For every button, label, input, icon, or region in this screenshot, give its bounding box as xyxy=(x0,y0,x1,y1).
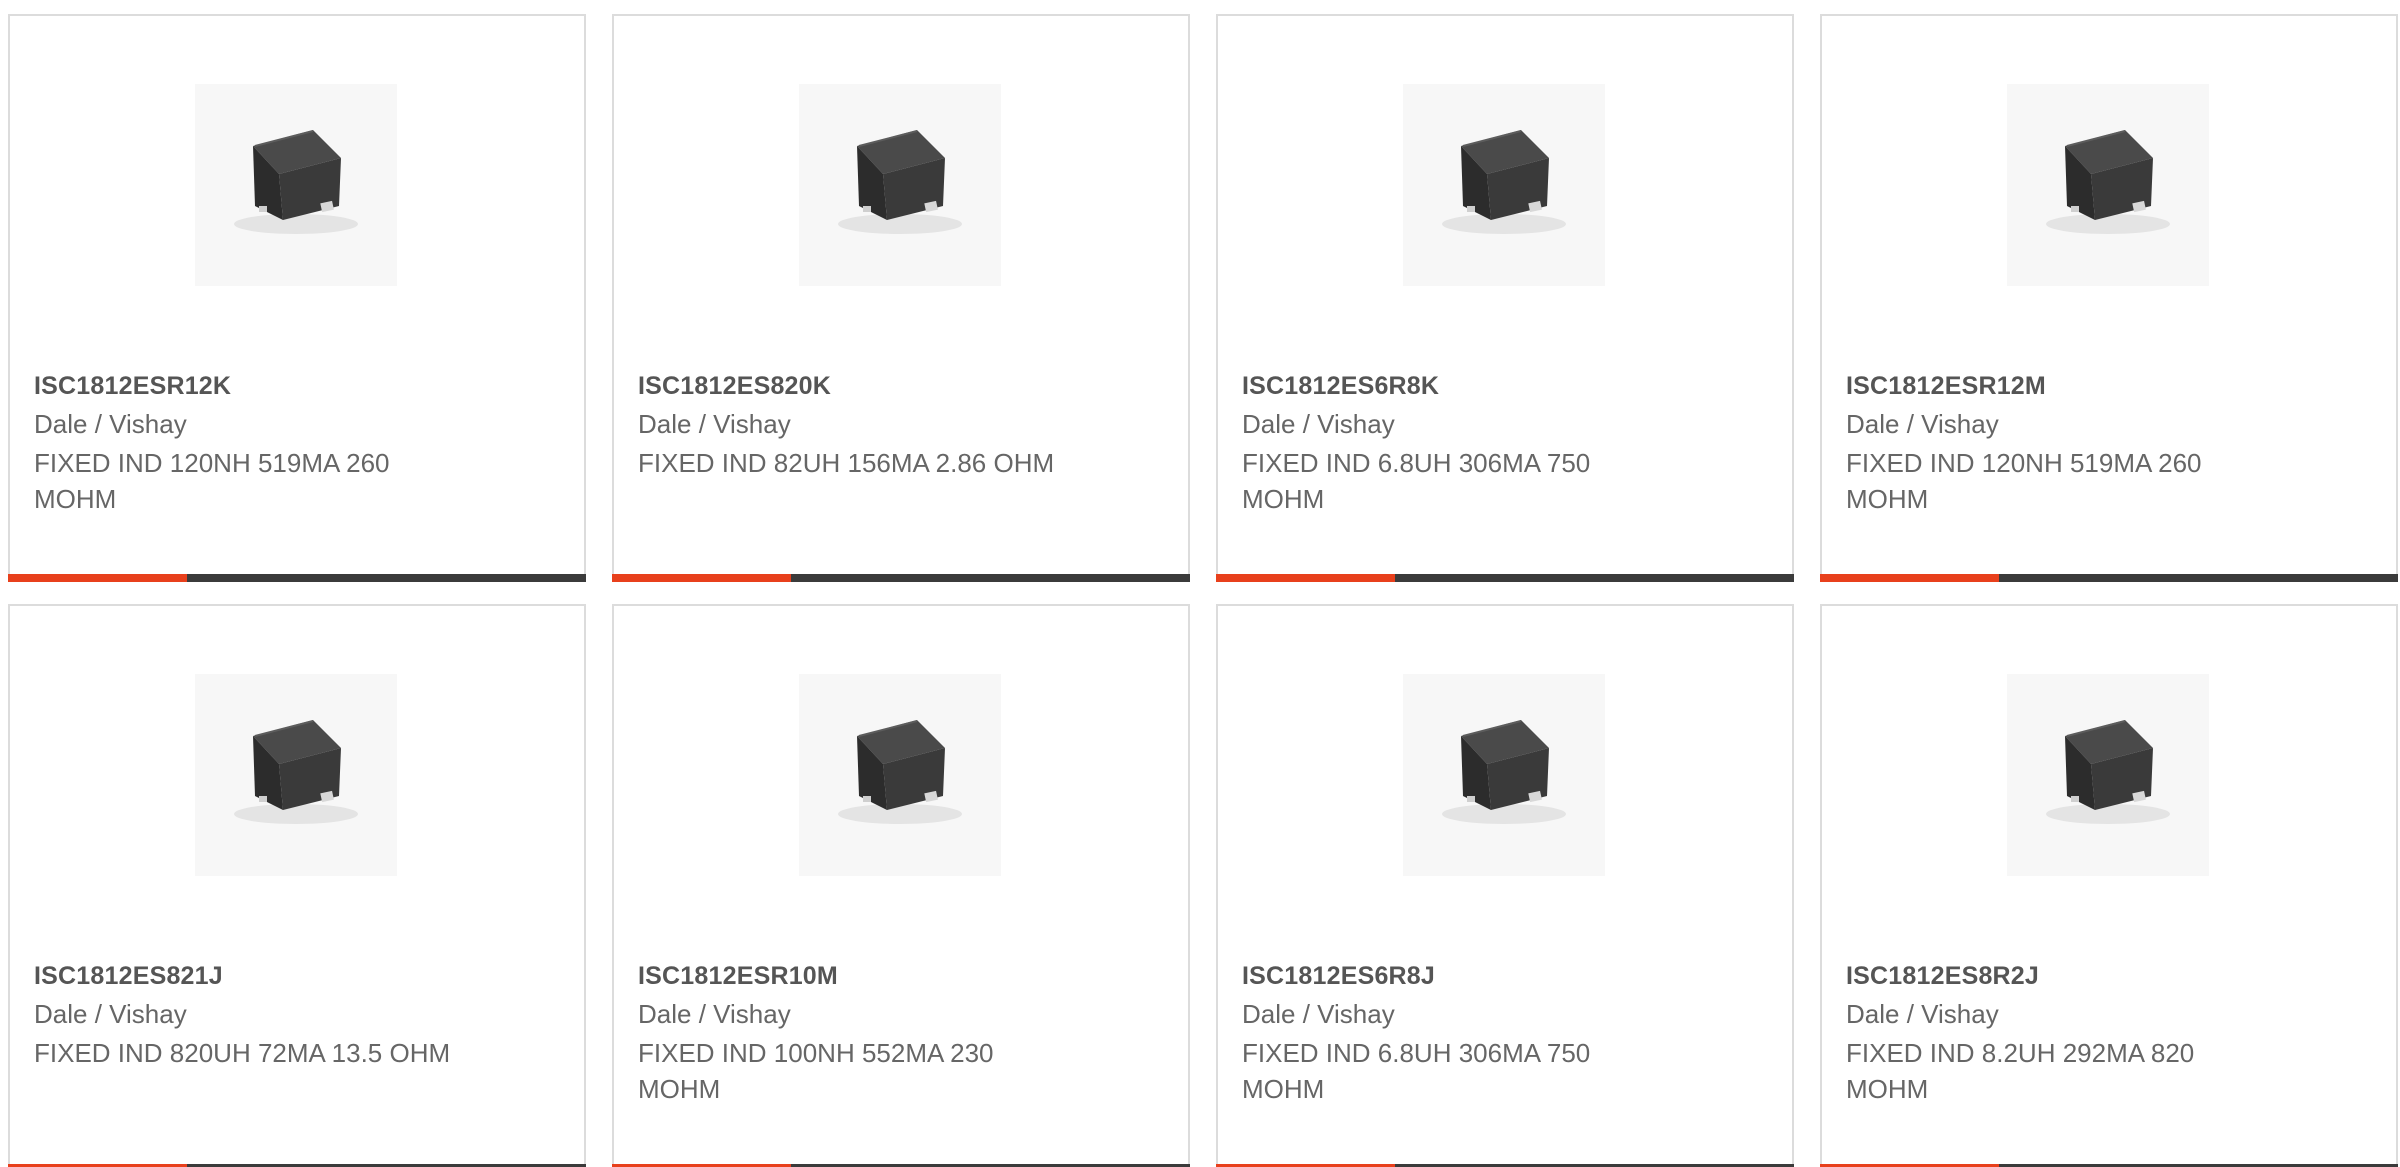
inductor-component-image xyxy=(1403,84,1605,286)
manufacturer: Dale / Vishay xyxy=(1242,409,1395,439)
card-accent-bar xyxy=(612,574,792,582)
inductor-component-image xyxy=(799,674,1001,876)
card-accent-bar xyxy=(1820,574,2000,582)
manufacturer: Dale / Vishay xyxy=(638,999,791,1029)
product-card[interactable]: ISC1812ES6R8J Dale / Vishay FIXED IND 6.… xyxy=(1216,604,1794,1167)
card-accent-bar xyxy=(1216,574,1396,582)
inductor-component-image xyxy=(195,674,397,876)
part-number[interactable]: ISC1812ESR10M xyxy=(638,962,838,991)
product-image[interactable] xyxy=(1403,84,1605,286)
manufacturer: Dale / Vishay xyxy=(1846,409,1999,439)
product-card[interactable]: ISC1812ESR10M Dale / Vishay FIXED IND 10… xyxy=(612,604,1190,1167)
product-card[interactable]: ISC1812ES821J Dale / Vishay FIXED IND 82… xyxy=(8,604,586,1167)
product-description: FIXED IND 120NH 519MA 260 MOHM xyxy=(34,448,390,514)
inductor-component-image xyxy=(799,84,1001,286)
product-grid: ISC1812ESR12K Dale / Vishay FIXED IND 12… xyxy=(0,0,2400,1167)
product-image[interactable] xyxy=(799,84,1001,286)
product-card[interactable]: ISC1812ES6R8K Dale / Vishay FIXED IND 6.… xyxy=(1216,14,1794,582)
part-number[interactable]: ISC1812ES6R8K xyxy=(1242,372,1439,401)
product-description: FIXED IND 100NH 552MA 230 MOHM xyxy=(638,1038,994,1104)
product-image[interactable] xyxy=(195,674,397,876)
part-number[interactable]: ISC1812ES821J xyxy=(34,962,223,991)
card-accent-bar xyxy=(8,574,188,582)
product-description: FIXED IND 6.8UH 306MA 750 MOHM xyxy=(1242,1038,1591,1104)
product-card[interactable]: ISC1812ES8R2J Dale / Vishay FIXED IND 8.… xyxy=(1820,604,2398,1167)
product-card[interactable]: ISC1812ESR12K Dale / Vishay FIXED IND 12… xyxy=(8,14,586,582)
inductor-component-image xyxy=(2007,674,2209,876)
manufacturer: Dale / Vishay xyxy=(638,409,791,439)
product-description: FIXED IND 82UH 156MA 2.86 OHM xyxy=(638,448,1055,478)
inductor-component-image xyxy=(195,84,397,286)
part-number[interactable]: ISC1812ESR12M xyxy=(1846,372,2046,401)
card-bottom-bar xyxy=(1820,574,2398,582)
manufacturer: Dale / Vishay xyxy=(1242,999,1395,1029)
product-image[interactable] xyxy=(799,674,1001,876)
product-image[interactable] xyxy=(2007,84,2209,286)
product-card[interactable]: ISC1812ES820K Dale / Vishay FIXED IND 82… xyxy=(612,14,1190,582)
product-description: FIXED IND 6.8UH 306MA 750 MOHM xyxy=(1242,448,1591,514)
part-number[interactable]: ISC1812ES820K xyxy=(638,372,831,401)
manufacturer: Dale / Vishay xyxy=(34,409,187,439)
card-bottom-bar xyxy=(612,574,1190,582)
part-number[interactable]: ISC1812ES6R8J xyxy=(1242,962,1435,991)
product-image[interactable] xyxy=(195,84,397,286)
product-description: FIXED IND 120NH 519MA 260 MOHM xyxy=(1846,448,2202,514)
product-description: FIXED IND 820UH 72MA 13.5 OHM xyxy=(34,1038,451,1068)
product-description: FIXED IND 8.2UH 292MA 820 MOHM xyxy=(1846,1038,2195,1104)
manufacturer: Dale / Vishay xyxy=(34,999,187,1029)
part-number[interactable]: ISC1812ES8R2J xyxy=(1846,962,2039,991)
card-bottom-bar xyxy=(1216,574,1794,582)
card-bottom-bar xyxy=(8,574,586,582)
inductor-component-image xyxy=(1403,674,1605,876)
product-image[interactable] xyxy=(2007,674,2209,876)
product-card[interactable]: ISC1812ESR12M Dale / Vishay FIXED IND 12… xyxy=(1820,14,2398,582)
inductor-component-image xyxy=(2007,84,2209,286)
manufacturer: Dale / Vishay xyxy=(1846,999,1999,1029)
product-image[interactable] xyxy=(1403,674,1605,876)
part-number[interactable]: ISC1812ESR12K xyxy=(34,372,231,401)
